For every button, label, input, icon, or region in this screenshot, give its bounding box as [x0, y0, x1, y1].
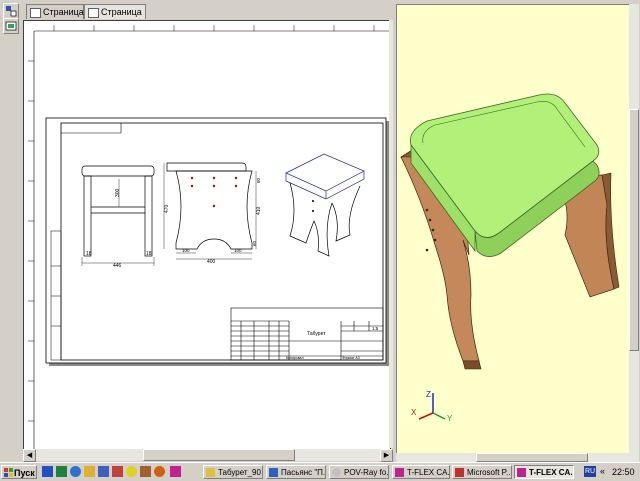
tray-expand-icon[interactable]: « [600, 466, 605, 477]
windows-logo-icon [4, 468, 13, 477]
task-tflex-1[interactable]: T-FLEX CA... [392, 465, 450, 479]
dim-side-bottom: 60 [252, 240, 257, 246]
folder-icon [206, 468, 215, 477]
scroll-left-icon[interactable]: ◀ [23, 449, 36, 462]
3d-scrollbar-v[interactable] [629, 4, 639, 453]
folder-icon[interactable] [84, 466, 95, 477]
taskbar: Пуск Табурет_90 Пасьянс "П... POV-Ray fo… [0, 462, 640, 481]
tflex-quick-icon[interactable] [170, 466, 181, 477]
ie-icon[interactable] [70, 466, 81, 477]
drawing-scrollbar-v[interactable] [389, 20, 393, 448]
dim-side-w2: 100 [234, 248, 242, 253]
povray-icon [332, 468, 341, 477]
scroll-right-icon[interactable]: ▶ [380, 449, 393, 462]
task-taburet[interactable]: Табурет_90 [203, 465, 263, 479]
dim-side-height: 470 [164, 204, 170, 213]
3d-viewport[interactable]: Z Y X [396, 4, 631, 455]
tab-page-1[interactable]: Страница 1 [26, 4, 84, 32]
drawing-sheet [45, 117, 387, 364]
task-label: T-FLEX CA... [407, 468, 450, 477]
task-label: Табурет_90 [218, 468, 261, 477]
left-toolbar [0, 0, 20, 462]
ruler-top [24, 21, 390, 31]
media-icon[interactable] [112, 466, 123, 477]
dim-side-w1: 100 [182, 248, 190, 253]
axis-gizmo [418, 393, 446, 420]
task-solitaire[interactable]: Пасьянс "П... [266, 465, 326, 479]
dim-side-total: 400 [207, 259, 216, 265]
scroll-thumb-v[interactable] [629, 109, 639, 351]
language-indicator[interactable]: RU [584, 466, 596, 477]
page-layout-tool-icon[interactable] [3, 3, 19, 19]
excel-icon[interactable] [56, 466, 67, 477]
tflex-icon [517, 468, 526, 477]
firefox-icon[interactable] [154, 466, 165, 477]
start-label: Пуск [14, 468, 35, 478]
drawing-canvas: 446 18 18 300 100 100 400 470 410 60 60 [24, 21, 390, 449]
dim-side-height2: 410 [256, 206, 262, 215]
task-label: Microsoft P... [467, 468, 512, 477]
page-icon [88, 8, 99, 18]
task-label: Пасьянс "П... [281, 468, 326, 477]
start-button[interactable]: Пуск [1, 465, 37, 479]
title-block-name: Табурет [307, 331, 326, 337]
title-block-format: Формат А3 [342, 356, 360, 360]
page-tabs: Страница 1 Страница 2 [20, 4, 392, 32]
3d-model-canvas: Z Y X [399, 93, 620, 423]
drawing-view[interactable]: 446 18 18 300 100 100 400 470 410 60 60 [23, 20, 391, 450]
axis-x-label: X [411, 408, 417, 417]
task-tflex-2[interactable]: T-FLEX CA... [514, 465, 574, 479]
drawing-scrollbar-h[interactable]: ◀ ▶ [23, 449, 393, 462]
page-icon [30, 8, 41, 18]
axis-z-label: Z [426, 390, 431, 399]
dim-side-top: 60 [256, 177, 261, 183]
tab-page-2[interactable]: Страница 2 [84, 4, 146, 32]
title-block-copied: Копировал [286, 356, 304, 360]
clock: 22:50 [612, 467, 635, 477]
3d-scrollbar-h[interactable] [396, 453, 639, 462]
dim-front-height: 300 [115, 188, 121, 197]
scroll-thumb-h[interactable] [143, 449, 295, 461]
task-label: POV-Ray fo... [344, 468, 389, 477]
title-block-scale: 1:5 [372, 326, 379, 331]
save-icon[interactable] [98, 466, 109, 477]
powerpoint-icon [455, 468, 464, 477]
cards-icon [269, 468, 278, 477]
task-microsoft[interactable]: Microsoft P... [452, 465, 512, 479]
dim-front-left: 18 [86, 251, 92, 257]
axis-y-label: Y [447, 414, 453, 423]
smiley-icon[interactable] [126, 466, 137, 477]
task-label: T-FLEX CA... [529, 468, 574, 477]
view-tool-icon[interactable] [3, 18, 19, 34]
scroll-thumb-h3d[interactable] [476, 453, 588, 462]
app-icon[interactable] [140, 466, 151, 477]
dim-front-width: 446 [113, 263, 122, 269]
task-povray[interactable]: POV-Ray fo... [329, 465, 389, 479]
dim-front-right: 18 [146, 251, 152, 257]
word-icon[interactable] [42, 466, 53, 477]
tflex-icon [395, 468, 404, 477]
